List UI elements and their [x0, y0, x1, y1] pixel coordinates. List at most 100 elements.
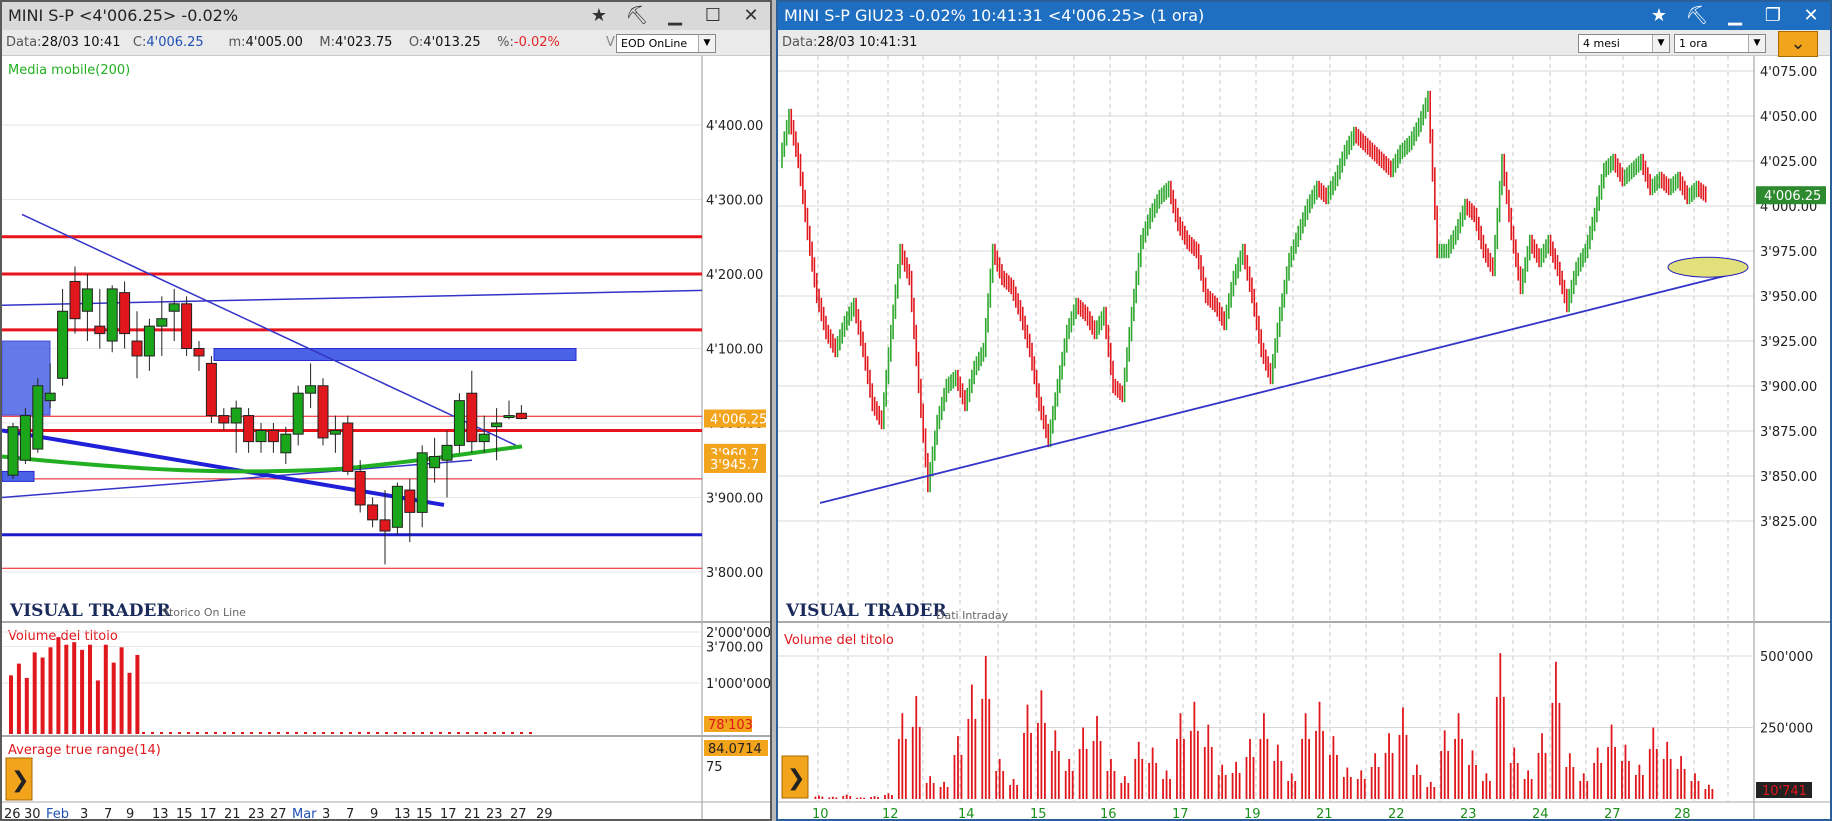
- candle-body: [168, 303, 180, 312]
- volume-bar: [32, 652, 37, 734]
- date-axis-label: 24: [1532, 807, 1549, 821]
- volume-bar: [1110, 758, 1112, 799]
- close-icon[interactable]: ✕: [732, 2, 770, 30]
- volume-bar: [970, 684, 973, 799]
- minimize-icon[interactable]: ▁: [1716, 2, 1754, 30]
- price-axis-label: 4'200.00: [706, 268, 763, 283]
- period-select[interactable]: 4 mesi ▼: [1578, 34, 1670, 53]
- date-axis-label: 23: [248, 807, 265, 821]
- volume-bar: [1349, 776, 1352, 799]
- price-axis-label: 4'400.00: [706, 119, 763, 134]
- favorite-star-icon[interactable]: ★: [1640, 2, 1678, 30]
- volume-bar: [1078, 748, 1081, 799]
- daily-window-titlebar[interactable]: MINI S-P <4'006.25> -0.02% ★ ⛏ ▁ ☐ ✕: [2, 2, 770, 30]
- volume-bar: [1332, 736, 1335, 799]
- volume-bar: [1030, 732, 1032, 799]
- volume-bar: [1555, 661, 1557, 799]
- favorite-star-icon[interactable]: ★: [580, 2, 618, 30]
- volume-bar: [1308, 738, 1311, 799]
- restore-icon[interactable]: ❐: [1754, 2, 1792, 30]
- volume-bar: [1106, 770, 1109, 799]
- data-source-select[interactable]: EOD OnLine ▼: [616, 34, 716, 53]
- intraday-chart-canvas[interactable]: 4'075.004'050.004'025.004'000.003'975.00…: [778, 56, 1830, 821]
- volume-bar: [1454, 738, 1456, 799]
- volume-bar: [1040, 690, 1043, 799]
- date-value: 28/03 10:41: [41, 35, 121, 50]
- date-axis-label: Mar: [292, 807, 317, 821]
- volume-bar: [1502, 696, 1505, 799]
- volume-bar: [1593, 762, 1596, 799]
- volume-bar: [849, 795, 852, 799]
- volume-bar: [1485, 773, 1488, 799]
- price-axis-label: 3'875.00: [1760, 425, 1817, 440]
- volume-bar: [64, 644, 69, 734]
- date-label: Data:: [6, 35, 42, 50]
- volume-badge: 78'103: [708, 718, 753, 733]
- date-axis-label: 19: [1244, 807, 1261, 821]
- volume-bar: [960, 754, 963, 799]
- volume-bar: [1127, 782, 1130, 799]
- volume-bar: [967, 718, 970, 799]
- date-axis-label: 23: [486, 807, 503, 821]
- date-axis-label: 28: [1674, 807, 1691, 821]
- price-axis-label: 4'050.00: [1760, 110, 1817, 125]
- volume-bar: [1429, 781, 1432, 799]
- minimize-icon[interactable]: ▁: [656, 2, 694, 30]
- moving-average-label: Media mobile(200): [8, 63, 130, 78]
- volume-bar: [1266, 738, 1269, 799]
- chevron-right-icon: ❯: [11, 768, 29, 793]
- volume-bar: [1558, 702, 1561, 799]
- drawing-tool-icon[interactable]: ⛏: [618, 2, 656, 30]
- volume-bar: [1690, 780, 1693, 799]
- candle-body: [119, 292, 131, 335]
- interval-select[interactable]: 1 ora ▼: [1674, 34, 1766, 53]
- volume-bar: [1527, 770, 1530, 799]
- volume-bar: [72, 642, 77, 734]
- volume-bar: [1360, 770, 1363, 799]
- volume-bar: [1263, 713, 1265, 799]
- volume-bar: [1638, 764, 1641, 799]
- volume-bar: [981, 698, 984, 799]
- intraday-window-titlebar[interactable]: MINI S-P GIU23 -0.02% 10:41:31 <4'006.25…: [778, 2, 1830, 30]
- volume-bar: [1193, 701, 1196, 799]
- date-axis-label: 17: [440, 807, 457, 821]
- candle-body: [342, 422, 354, 472]
- close-value: 4'006.25: [146, 35, 204, 50]
- volume-bar: [1443, 730, 1446, 799]
- date-axis-label: 21: [224, 807, 241, 821]
- intraday-chart-window: MINI S-P GIU23 -0.02% 10:41:31 <4'006.25…: [776, 0, 1832, 821]
- date-axis-label: 23: [1460, 807, 1477, 821]
- volume-bar: [939, 786, 942, 799]
- candle-body: [19, 415, 31, 461]
- volume-bar: [1544, 752, 1547, 799]
- volume-bar: [1054, 730, 1057, 799]
- visual-trader-logo: VISUAL TRADER: [9, 601, 171, 621]
- volume-bar: [1304, 713, 1307, 799]
- volume-bar: [119, 647, 124, 734]
- drawing-tool-icon[interactable]: ⛏: [1678, 2, 1716, 30]
- maximize-icon[interactable]: ☐: [694, 2, 732, 30]
- close-icon[interactable]: ✕: [1792, 2, 1830, 30]
- volume-bar: [1482, 780, 1484, 799]
- volume-bar: [95, 680, 100, 734]
- volume-bar: [1134, 758, 1137, 799]
- date-axis-label: 15: [176, 807, 193, 821]
- volume-bar: [1614, 746, 1616, 799]
- candle-body: [32, 385, 44, 450]
- daily-chart-canvas[interactable]: 4'400.004'300.004'200.004'100.004'000.00…: [2, 56, 770, 821]
- volume-bar: [1704, 788, 1707, 799]
- volume-bar: [1162, 778, 1164, 799]
- volume-bar: [1530, 778, 1533, 799]
- volume-bar: [1085, 748, 1088, 799]
- volume-bar: [1290, 773, 1293, 799]
- expand-toolbar-button[interactable]: ⌄: [1778, 31, 1818, 57]
- volume-bar: [1148, 762, 1151, 799]
- candle-body: [44, 392, 56, 402]
- volume-bar: [1495, 696, 1498, 799]
- candle-body: [205, 362, 217, 417]
- candle-body: [491, 422, 503, 428]
- volume-bar: [1023, 732, 1025, 799]
- candle-body: [466, 392, 478, 443]
- daily-quote-bar: Data:28/03 10:41 C:4'006.25 m:4'005.00 M…: [2, 30, 770, 56]
- candle-body: [81, 288, 93, 312]
